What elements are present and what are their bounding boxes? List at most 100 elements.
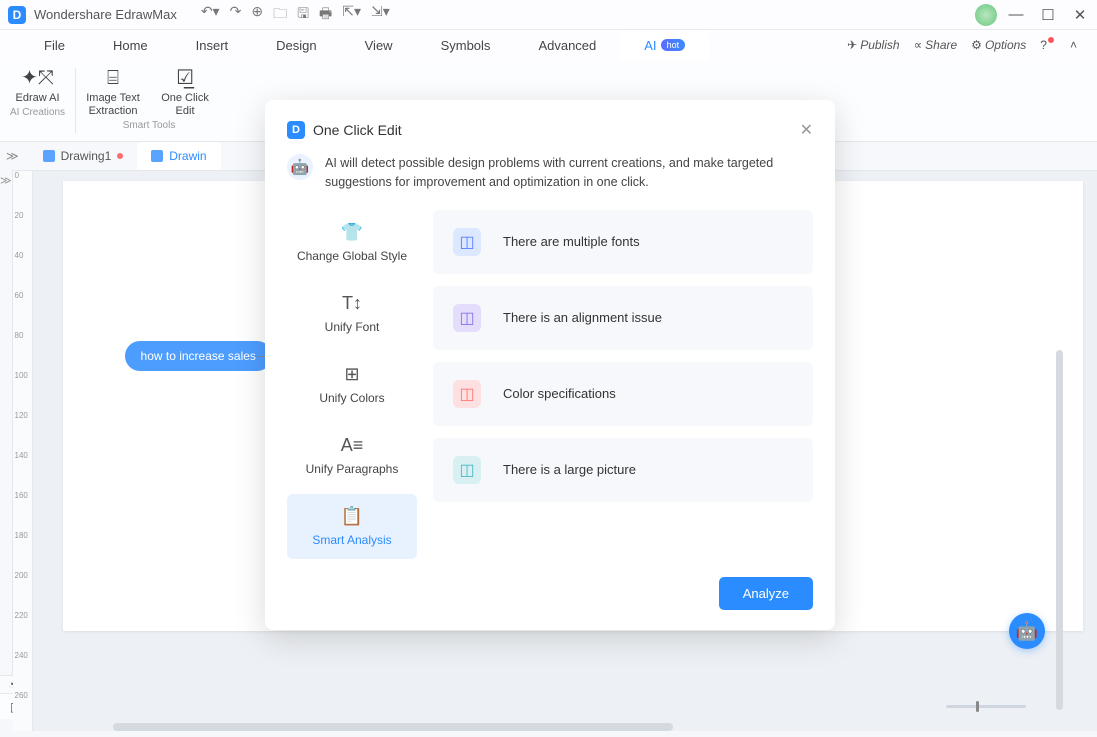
user-avatar[interactable] — [975, 4, 997, 26]
edit-icon: ☑̲ — [176, 66, 194, 90]
ocr-icon: ⌸ — [107, 66, 119, 90]
issue-item[interactable]: ◫There is an alignment issue — [433, 286, 813, 350]
ribbon-group-label: AI Creations — [10, 107, 65, 118]
menu-view[interactable]: View — [341, 30, 417, 60]
modal-option[interactable]: T↕ Unify Font — [287, 281, 417, 346]
modal-title: One Click Edit — [313, 122, 402, 138]
option-icon: 👕 — [341, 222, 363, 243]
edraw-ai-button[interactable]: ✦⤧ Edraw AI — [11, 66, 65, 105]
horizontal-scrollbar[interactable] — [113, 723, 673, 731]
modal-footer: Analyze — [287, 577, 813, 610]
ruler-tick: 180 — [13, 531, 32, 571]
print-icon[interactable]: 🖶 — [319, 3, 332, 27]
menubar: File Home Insert Design View Symbols Adv… — [0, 30, 1097, 60]
option-label: Unify Paragraphs — [306, 462, 399, 476]
left-sidebar-collapsed[interactable]: ≫ — [0, 170, 13, 675]
undo-icon[interactable]: ↶▾ — [201, 3, 220, 27]
ruler-tick: 160 — [13, 491, 32, 531]
menu-ai[interactable]: AI hot — [620, 30, 709, 60]
issue-text: There are multiple fonts — [503, 234, 640, 249]
menu-design[interactable]: Design — [252, 30, 340, 60]
modal-option[interactable]: 📋 Smart Analysis — [287, 494, 417, 559]
zoom-slider[interactable] — [946, 705, 1026, 708]
modal-options: 👕 Change Global Style T↕ Unify Font ⊞Unify C… — [287, 210, 417, 559]
analyze-button[interactable]: Analyze — [719, 577, 813, 610]
doc-tab-label: Drawing1 — [61, 149, 112, 163]
one-click-edit-button[interactable]: ☑̲ One ClickEdit — [158, 66, 212, 118]
ruler-tick: 100 — [13, 371, 32, 411]
vertical-scrollbar[interactable] — [1056, 350, 1063, 710]
option-icon: ⊞ — [344, 364, 359, 385]
modal-body: 👕 Change Global Style T↕ Unify Font ⊞Unify C… — [287, 210, 813, 559]
hot-badge: hot — [661, 39, 686, 51]
tabs-overflow-icon[interactable]: ≫ — [6, 149, 19, 163]
modal-option[interactable]: ⊞Unify Colors — [287, 352, 417, 417]
import-icon[interactable]: ⇲▾ — [371, 3, 390, 27]
menu-file[interactable]: File — [20, 30, 89, 60]
publish-button[interactable]: ✈ Publish — [847, 38, 899, 52]
doc-icon — [151, 150, 163, 162]
export-icon[interactable]: ⇱▾ — [342, 3, 361, 27]
close-icon[interactable]: ✕ — [1071, 6, 1089, 24]
robot-icon: 🤖 — [287, 154, 313, 180]
help-icon[interactable]: ? — [1040, 38, 1056, 52]
option-label: Change Global Style — [297, 249, 407, 263]
ruler-tick: 140 — [13, 451, 32, 491]
ribbon-group-label: Smart Tools — [123, 120, 176, 131]
ruler-tick: 120 — [13, 411, 32, 451]
ruler-tick: 0 — [13, 171, 32, 211]
issue-text: There is an alignment issue — [503, 310, 662, 325]
unsaved-dot — [117, 153, 123, 159]
collapse-ribbon-icon[interactable]: ˄ — [1070, 38, 1077, 52]
doc-tab-label: Drawin — [169, 149, 206, 163]
doc-tab-2[interactable]: Drawin — [137, 142, 220, 170]
option-icon: A≡ — [341, 435, 364, 456]
open-icon[interactable]: 🗀 — [273, 3, 287, 27]
ruler-tick: 40 — [13, 251, 32, 291]
ai-assistant-float[interactable]: 🤖 — [1009, 613, 1045, 649]
menu-right-actions: ✈ Publish ∝ Share ⚙ Options ? ˄ — [847, 38, 1077, 52]
redo-icon[interactable]: ↷ — [230, 3, 242, 27]
option-icon: T↕ — [342, 293, 362, 314]
ruler-tick: 220 — [13, 611, 32, 651]
ruler-tick: 80 — [13, 331, 32, 371]
issue-item[interactable]: ◫There is a large picture — [433, 438, 813, 502]
window-controls: — ☐ ✕ — [1007, 6, 1089, 24]
modal-close-icon[interactable]: ✕ — [800, 120, 813, 140]
modal-option[interactable]: A≡ Unify Paragraphs — [287, 423, 417, 488]
option-label: Unify Font — [325, 320, 380, 334]
issue-icon: ◫ — [453, 228, 481, 256]
ai-icon: ✦⤧ — [21, 66, 54, 90]
modal-option[interactable]: 👕 Change Global Style — [287, 210, 417, 275]
save-icon[interactable]: 🖫 — [297, 3, 309, 27]
menu-home[interactable]: Home — [89, 30, 172, 60]
shape-topic[interactable]: how to increase sales — [125, 341, 272, 371]
maximize-icon[interactable]: ☐ — [1039, 6, 1057, 24]
doc-icon — [43, 150, 55, 162]
options-button[interactable]: ⚙ Options — [971, 38, 1026, 52]
ribbon-group-smart-tools: ⌸ Image TextExtraction ☑̲ One ClickEdit … — [76, 60, 222, 141]
menu-insert[interactable]: Insert — [172, 30, 253, 60]
ribbon-group-ai-creations: ✦⤧ Edraw AI AI Creations — [0, 60, 75, 141]
option-icon: 📋 — [341, 506, 363, 527]
ruler-tick: 240 — [13, 651, 32, 691]
menu-advanced[interactable]: Advanced — [514, 30, 620, 60]
issue-icon: ◫ — [453, 456, 481, 484]
modal-header: D One Click Edit ✕ — [287, 120, 813, 140]
share-button[interactable]: ∝ Share — [914, 38, 958, 52]
minimize-icon[interactable]: — — [1007, 6, 1025, 23]
option-label: Smart Analysis — [312, 533, 391, 547]
image-text-extraction-button[interactable]: ⌸ Image TextExtraction — [86, 66, 140, 118]
vertical-ruler: 020406080100120140160180200220240260 — [13, 171, 33, 731]
issue-item[interactable]: ◫ There are multiple fonts — [433, 210, 813, 274]
doc-tab-1[interactable]: Drawing1 — [29, 142, 138, 170]
modal-intro-text: AI will detect possible design problems … — [325, 154, 813, 192]
modal-logo: D — [287, 121, 305, 139]
menu-symbols[interactable]: Symbols — [417, 30, 515, 60]
menu-ai-label: AI — [644, 38, 656, 53]
issue-item[interactable]: ◫Color specifications — [433, 362, 813, 426]
ruler-tick: 260 — [13, 691, 32, 731]
quick-access: ↶▾ ↷ ⊕ 🗀 🖫 🖶 ⇱▾ ⇲▾ — [201, 3, 390, 27]
issue-icon: ◫ — [453, 380, 481, 408]
new-icon[interactable]: ⊕ — [251, 3, 263, 27]
